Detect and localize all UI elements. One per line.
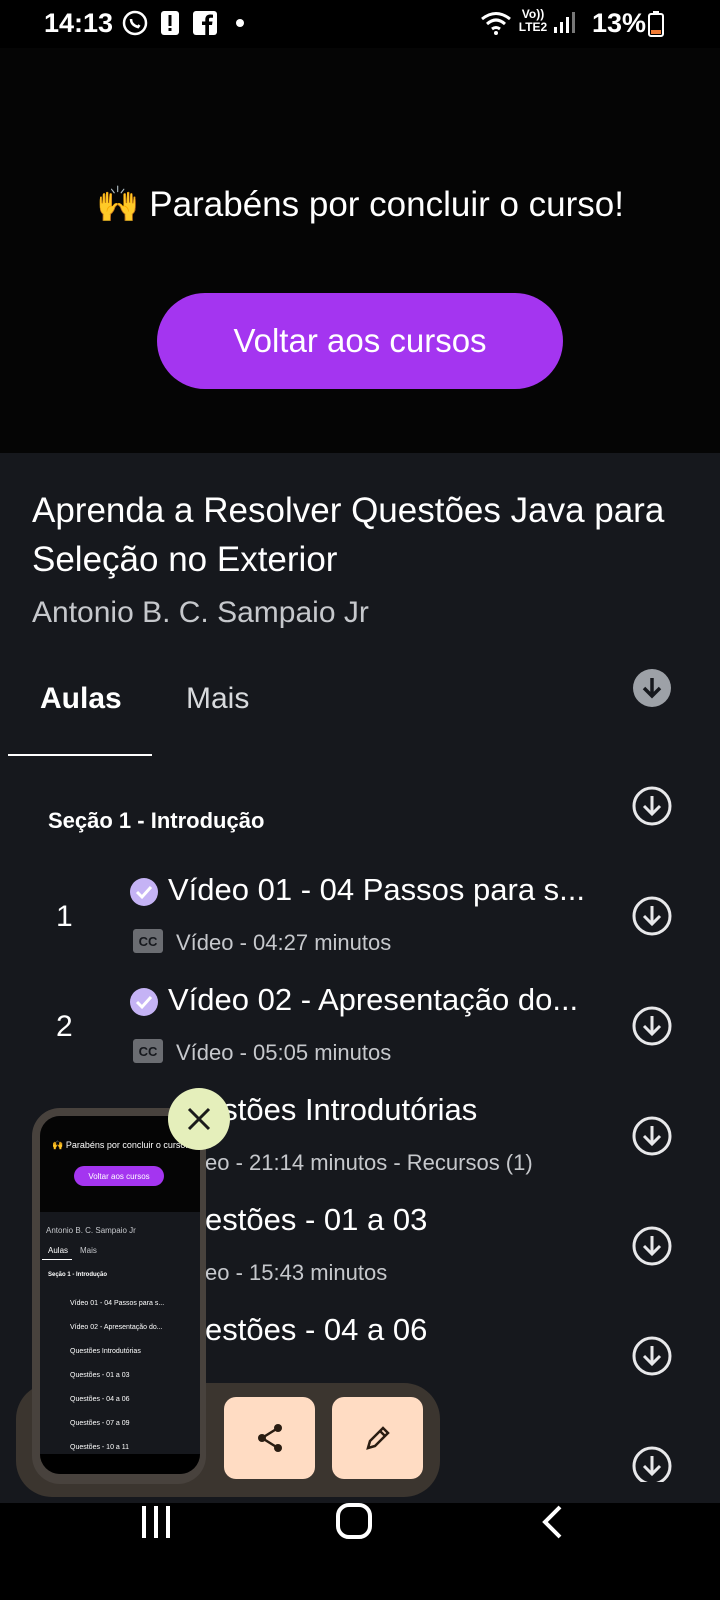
preview-item: Questões - 07 a 09 <box>70 1420 130 1427</box>
share-button[interactable] <box>224 1397 315 1479</box>
wifi-icon <box>480 10 512 36</box>
lecture-title[interactable]: Vídeo 01 - 04 Passos para s... <box>168 872 585 908</box>
lecture-title[interactable]: estões - 04 a 06 <box>205 1312 427 1348</box>
completed-check-icon <box>130 988 158 1016</box>
screenshot-preview-screen[interactable]: 🙌 Parabéns por concluir o curso! Voltar … <box>40 1116 200 1474</box>
navigation-bar <box>0 1503 720 1600</box>
completion-banner <box>0 48 720 453</box>
completed-check-icon <box>130 878 158 906</box>
battery-icon <box>648 11 664 37</box>
lecture-title[interactable]: Vídeo 02 - Apresentação do... <box>168 982 578 1018</box>
whatsapp-icon <box>122 10 148 36</box>
preview-list: Vídeo 01 - 04 Passos para s... Vídeo 02 … <box>70 1292 164 1460</box>
lecture-number: 2 <box>56 1010 73 1043</box>
status-time: 14:13 <box>44 8 114 38</box>
lecture-meta: Vídeo - 05:05 minutos <box>176 1040 392 1065</box>
preview-section: Seção 1 - Introdução <box>48 1272 108 1278</box>
network-label: Vo)) LTE2 <box>518 7 548 34</box>
tab-aulas[interactable]: Aulas <box>40 682 122 716</box>
battery-level: 13% <box>592 8 647 38</box>
back-to-courses-button[interactable]: Voltar aos cursos <box>157 293 563 389</box>
completion-message: 🙌 Parabéns por concluir o curso! <box>96 185 624 224</box>
preview-author: Antonio B. C. Sampaio Jr <box>46 1226 136 1235</box>
section-title: Seção 1 - Introdução <box>48 808 265 833</box>
preview-navbar <box>40 1454 200 1474</box>
download-lecture-icon[interactable] <box>632 1006 672 1046</box>
tab-mais[interactable]: Mais <box>186 682 249 716</box>
lecture-number: 1 <box>56 900 73 933</box>
preview-back-button: Voltar aos cursos <box>74 1166 164 1186</box>
preview-tab-mais: Mais <box>80 1246 97 1255</box>
facebook-icon <box>193 10 217 36</box>
preview-congrats: 🙌 Parabéns por concluir o curso! <box>52 1140 188 1150</box>
close-preview-button[interactable] <box>168 1088 230 1150</box>
download-all-icon[interactable] <box>632 668 672 708</box>
captions-icon: CC <box>133 1039 163 1063</box>
course-author: Antonio B. C. Sampaio Jr <box>32 596 369 629</box>
share-icon <box>257 1424 282 1452</box>
download-lecture-icon[interactable] <box>632 1116 672 1156</box>
preview-item: Questões Introdutórias <box>70 1348 141 1355</box>
preview-item: Questões - 04 a 06 <box>70 1396 130 1403</box>
selected-tab-indicator <box>8 754 152 756</box>
preview-tab-aulas: Aulas <box>48 1246 69 1255</box>
lecture-meta: eo - 15:43 minutos <box>205 1260 388 1285</box>
download-lecture-icon[interactable] <box>632 1226 672 1266</box>
close-icon <box>187 1107 211 1131</box>
lecture-title[interactable]: estões - 01 a 03 <box>205 1202 427 1238</box>
lecture-meta: eo - 21:14 minutos - Recursos (1) <box>205 1150 533 1175</box>
preview-item: Questões - 01 a 03 <box>70 1372 130 1379</box>
download-lecture-icon[interactable] <box>632 896 672 936</box>
dot-icon <box>236 10 244 36</box>
alert-icon <box>160 10 180 36</box>
captions-icon: CC <box>133 929 163 953</box>
lecture-meta: Vídeo - 04:27 minutos <box>176 930 392 955</box>
pencil-icon <box>365 1426 390 1450</box>
course-title: Aprenda a Resolver Questões Java para Se… <box>32 491 665 579</box>
download-lecture-icon[interactable] <box>632 1336 672 1376</box>
status-bar: 14:13 Vo)) LTE2 13% <box>0 0 720 48</box>
preview-item: Vídeo 01 - 04 Passos para s... <box>70 1300 165 1307</box>
signal-icon <box>553 10 575 36</box>
preview-tab-indicator <box>42 1259 72 1260</box>
back-icon[interactable] <box>540 1505 564 1539</box>
recent-apps-icon[interactable] <box>140 1505 172 1539</box>
download-section-icon[interactable] <box>632 786 672 826</box>
preview-item: Vídeo 02 - Apresentação do... <box>70 1324 163 1331</box>
edit-button[interactable] <box>332 1397 423 1479</box>
home-icon[interactable] <box>336 1503 372 1539</box>
lecture-title[interactable]: estões Introdutórias <box>205 1092 477 1128</box>
download-lecture-icon[interactable] <box>632 1446 672 1482</box>
